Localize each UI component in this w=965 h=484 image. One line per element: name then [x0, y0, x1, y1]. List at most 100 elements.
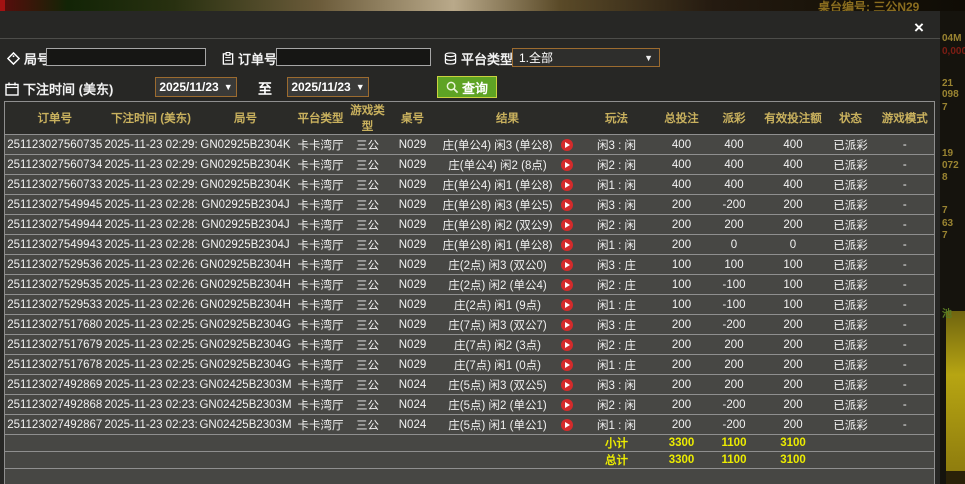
- cell-payout: -200: [707, 394, 761, 415]
- cell-order-number: 251123027549943: [4, 234, 105, 255]
- cell-play-method: 闲2 : 闲: [577, 214, 656, 235]
- cell-result: 庄(2点) 闲1 (9点): [437, 294, 578, 315]
- cell-result: 庄(5点) 闲3 (双公5): [437, 374, 578, 395]
- subtotal-row-valid-bet: 3100: [760, 434, 826, 452]
- cell-play-method: 闲3 : 庄: [577, 254, 656, 275]
- cell-order-number: 251123027492869: [4, 374, 105, 395]
- background-text-fragment: 19: [942, 148, 954, 159]
- cell-game-mode: -: [875, 134, 935, 155]
- close-icon[interactable]: ×: [910, 19, 928, 37]
- cell-order-number: 251123027560735: [4, 134, 105, 155]
- cell-status: 已派彩: [825, 354, 876, 375]
- cell-valid-bet: 200: [760, 194, 826, 215]
- cell-game-type: 三公: [347, 214, 388, 235]
- cell-round-number: GN02925B2304H: [197, 294, 294, 315]
- table-row: 2511230275499442025-11-23 02:28:24GN0292…: [4, 214, 935, 235]
- cell-valid-bet: 200: [760, 374, 826, 395]
- cell-total-bet: 200: [655, 354, 708, 375]
- cell-status: 已派彩: [825, 294, 876, 315]
- replay-play-icon[interactable]: [560, 298, 573, 311]
- cell-play-method: 闲1 : 庄: [577, 354, 656, 375]
- cell-bet-time: 2025-11-23 02:23:10: [104, 414, 198, 435]
- replay-play-icon[interactable]: [560, 198, 573, 211]
- replay-play-icon[interactable]: [560, 258, 573, 271]
- cell-platform: 卡卡湾厅: [293, 354, 348, 375]
- replay-play-icon[interactable]: [560, 398, 573, 411]
- cell-order-number: 251123027529536: [4, 254, 105, 275]
- cell-bet-time: 2025-11-23 02:23:10: [104, 394, 198, 415]
- cell-play-method: 闲1 : 闲: [577, 174, 656, 195]
- cell-status: 已派彩: [825, 274, 876, 295]
- cell-order-number: 251123027549944: [4, 214, 105, 235]
- query-button[interactable]: 查询: [437, 76, 498, 98]
- cell-status: 已派彩: [825, 214, 876, 235]
- cell-table-number: N024: [387, 414, 438, 435]
- background-text-fragment: 7: [942, 102, 948, 113]
- cell-payout: 200: [707, 354, 761, 375]
- cell-order-number: 251123027492868: [4, 394, 105, 415]
- replay-play-icon[interactable]: [560, 218, 573, 231]
- cell-bet-time: 2025-11-23 02:23:10: [104, 374, 198, 395]
- cell-table-number: N029: [387, 274, 438, 295]
- cell-total-bet: 200: [655, 334, 708, 355]
- cell-game-mode: -: [875, 334, 935, 355]
- order-number-input[interactable]: [276, 48, 431, 66]
- cell-table-number: N029: [387, 294, 438, 315]
- cell-order-number: 251123027517680: [4, 314, 105, 335]
- replay-play-icon[interactable]: [560, 158, 573, 171]
- replay-play-icon[interactable]: [560, 358, 573, 371]
- cell-total-bet: 200: [655, 394, 708, 415]
- cell-payout: -200: [707, 414, 761, 435]
- cell-order-number: 251123027517678: [4, 354, 105, 375]
- background-dark-block: [946, 471, 965, 484]
- replay-play-icon[interactable]: [560, 278, 573, 291]
- background-text-fragment: 098: [942, 89, 959, 100]
- cell-result: 庄(2点) 闲3 (双公0): [437, 254, 578, 275]
- cell-game-mode: -: [875, 274, 935, 295]
- replay-play-icon[interactable]: [560, 138, 573, 151]
- cell-valid-bet: 200: [760, 214, 826, 235]
- platform-type-select[interactable]: 1.全部 ▼: [512, 48, 660, 67]
- cell-game-type: 三公: [347, 294, 388, 315]
- cell-game-type: 三公: [347, 174, 388, 195]
- cell-table-number: N029: [387, 154, 438, 175]
- replay-play-icon[interactable]: [560, 378, 573, 391]
- cell-bet-time: 2025-11-23 02:26:31: [104, 254, 198, 275]
- cell-round-number: GN02925B2304G: [197, 314, 294, 335]
- cell-valid-bet: 200: [760, 334, 826, 355]
- cell-game-mode: -: [875, 354, 935, 375]
- cell-payout: 200: [707, 214, 761, 235]
- round-number-input[interactable]: [46, 48, 206, 66]
- cell-total-bet: 200: [655, 414, 708, 435]
- cell-game-mode: -: [875, 314, 935, 335]
- date-to-picker[interactable]: 2025/11/23 ▼: [287, 77, 369, 97]
- calendar-icon: [5, 82, 19, 96]
- replay-play-icon[interactable]: [560, 178, 573, 191]
- cell-platform: 卡卡湾厅: [293, 234, 348, 255]
- platform-type-selected-value: 1.全部: [519, 51, 554, 65]
- cell-platform: 卡卡湾厅: [293, 314, 348, 335]
- cell-order-number: 251123027517679: [4, 334, 105, 355]
- cell-order-number: 251123027529535: [4, 274, 105, 295]
- cell-round-number: GN02425B2303M: [197, 374, 294, 395]
- order-number-label-group: 订单号: [222, 49, 277, 68]
- replay-play-icon[interactable]: [560, 238, 573, 251]
- replay-play-icon[interactable]: [560, 338, 573, 351]
- total-row-valid-bet: 3100: [760, 451, 826, 469]
- cell-table-number: N029: [387, 314, 438, 335]
- cell-game-type: 三公: [347, 194, 388, 215]
- cell-bet-time: 2025-11-23 02:29:23: [104, 174, 198, 195]
- table-row: 2511230275176792025-11-23 02:25:24GN0292…: [4, 334, 935, 355]
- cell-bet-time: 2025-11-23 02:25:24: [104, 334, 198, 355]
- cell-platform: 卡卡湾厅: [293, 334, 348, 355]
- total-row-spacer: [4, 451, 578, 469]
- replay-play-icon[interactable]: [560, 418, 573, 431]
- clipboard-icon: [222, 52, 234, 65]
- search-icon: [446, 81, 459, 93]
- replay-play-icon[interactable]: [560, 318, 573, 331]
- cell-play-method: 闲2 : 闲: [577, 154, 656, 175]
- cell-result: 庄(单公8) 闲1 (单公8): [437, 234, 578, 255]
- date-from-picker[interactable]: 2025/11/23 ▼: [155, 77, 237, 97]
- cell-bet-time: 2025-11-23 02:28:24: [104, 234, 198, 255]
- cell-game-type: 三公: [347, 374, 388, 395]
